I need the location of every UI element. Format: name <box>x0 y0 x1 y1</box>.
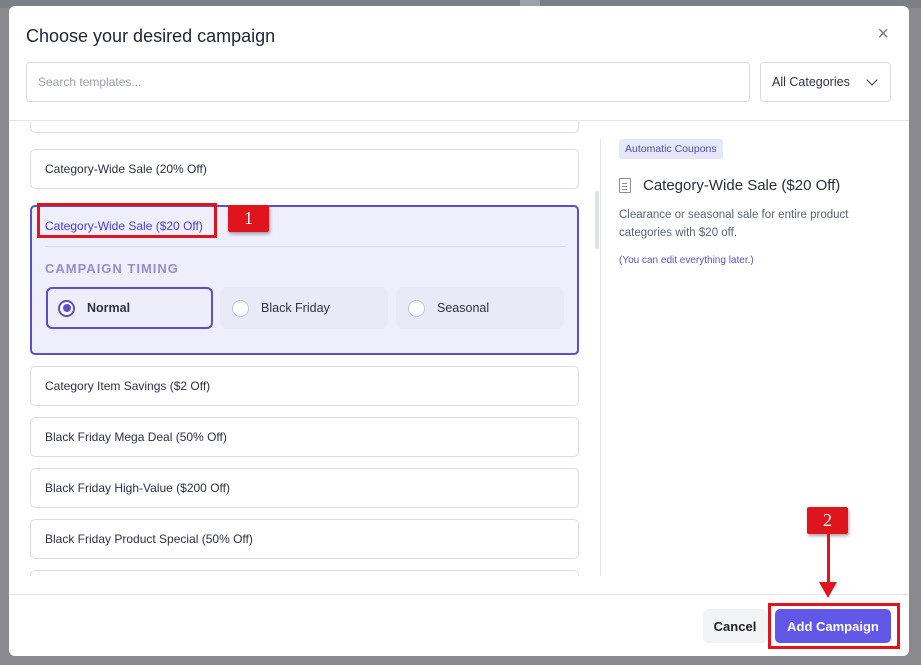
list-item[interactable]: Category Item Savings ($2 Off) <box>30 366 579 406</box>
preview-title: Category-Wide Sale ($20 Off) <box>619 177 840 194</box>
campaign-timing-label: CAMPAIGN TIMING <box>45 261 179 276</box>
document-icon <box>619 178 631 193</box>
annotation-step-2: 2 <box>807 507 848 534</box>
list-item-label: Category Item Savings ($2 Off) <box>45 379 211 393</box>
timing-option-black-friday[interactable]: Black Friday <box>220 287 388 329</box>
list-item-label: Category-Wide Sale (20% Off) <box>45 162 207 176</box>
list-item-label: Black Friday Mega Deal (50% Off) <box>45 430 227 444</box>
list-item[interactable]: Black Friday Product Special (50% Off) <box>30 519 579 559</box>
preview-note: (You can edit everything later.) <box>619 255 754 266</box>
list-item-label: Black Friday Product Special (50% Off) <box>45 532 253 546</box>
expanded-divider <box>45 246 566 247</box>
chevron-down-icon <box>866 74 878 86</box>
annotation-step-1: 1 <box>228 205 269 232</box>
category-select-value: All Categories <box>772 75 850 89</box>
category-select[interactable]: All Categories <box>760 62 891 102</box>
radio-empty-icon <box>232 299 249 317</box>
category-badge: Automatic Coupons <box>619 139 723 159</box>
list-item-label: Black Friday High-Value ($200 Off) <box>45 481 230 495</box>
list-item[interactable]: Category-Wide Sale (20% Off) <box>30 149 579 189</box>
list-item[interactable]: Black Friday Mega Deal (50% Off) <box>30 417 579 457</box>
footer-divider <box>9 594 909 595</box>
search-input[interactable] <box>26 62 750 102</box>
list-item[interactable] <box>30 121 579 133</box>
timing-option-label: Normal <box>87 301 131 315</box>
timing-option-label: Black Friday <box>261 301 330 315</box>
list-scrollbar[interactable] <box>595 191 599 249</box>
radio-selected-icon <box>58 299 75 317</box>
panel-divider <box>600 139 601 576</box>
campaign-modal: Choose your desired campaign × All Categ… <box>9 6 909 656</box>
annotation-highlight-2 <box>768 603 900 649</box>
preview-description: Clearance or seasonal sale for entire pr… <box>619 209 849 239</box>
list-item[interactable] <box>30 570 579 576</box>
timing-option-normal[interactable]: Normal <box>46 287 213 329</box>
timing-option-label: Seasonal <box>437 301 490 315</box>
template-list: Category-Wide Sale (20% Off) Category-Wi… <box>30 121 579 576</box>
annotation-highlight-1 <box>37 203 217 238</box>
list-item[interactable]: Black Friday High-Value ($200 Off) <box>30 468 579 508</box>
modal-title: Choose your desired campaign <box>26 26 276 46</box>
timing-option-seasonal[interactable]: Seasonal <box>396 287 564 329</box>
radio-empty-icon <box>408 299 425 317</box>
annotation-arrow-shaft <box>827 534 830 586</box>
cancel-button[interactable]: Cancel <box>703 609 767 643</box>
preview-title-text: Category-Wide Sale ($20 Off) <box>643 177 841 194</box>
annotation-arrow-icon <box>819 582 837 598</box>
close-icon[interactable]: × <box>877 24 889 44</box>
